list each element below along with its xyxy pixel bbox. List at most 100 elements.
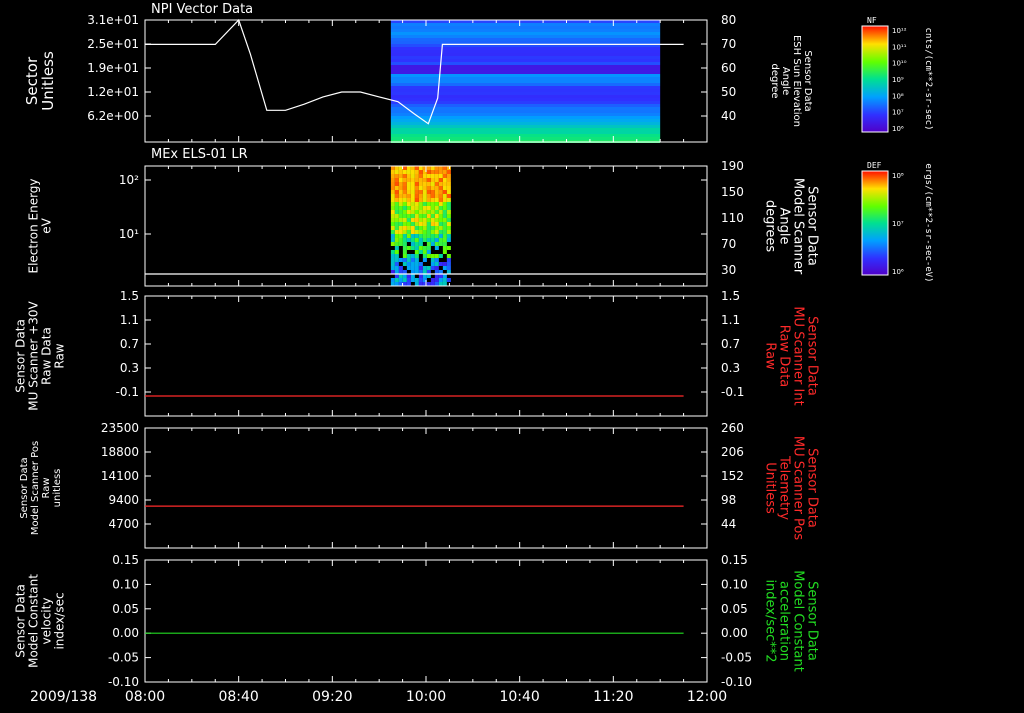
spectrogram-cell (394, 190, 399, 194)
spectrogram-cell (406, 230, 411, 234)
spectrogram-cell (446, 230, 451, 234)
spectrogram-cell (390, 65, 661, 68)
spectrogram-cell (390, 230, 395, 234)
spectrogram-cell (442, 238, 447, 242)
spectrogram-cell (418, 278, 423, 282)
spectrogram-cell (426, 214, 431, 218)
spectrogram-cell (422, 230, 427, 234)
spectrogram-cell (426, 202, 431, 206)
spectrogram-cell (406, 190, 411, 194)
y-tick-label: 0.7 (120, 337, 139, 351)
spectrogram-cell (394, 238, 399, 242)
y-right-axis-label-line: Raw (763, 342, 778, 370)
y-right-axis-label-line: MU Scanner Pos (791, 436, 806, 541)
spectrogram-cell (442, 282, 447, 286)
spectrogram-cell (394, 250, 399, 254)
spectrogram-cell (442, 202, 447, 206)
spectrogram-cell (414, 170, 419, 174)
y-axis-label: SectorUnitless (23, 51, 57, 111)
spectrogram-cell (434, 190, 439, 194)
spectrogram-cell (430, 226, 435, 230)
spectrogram-cell (426, 182, 431, 186)
spectrogram-cell (442, 262, 447, 266)
spectrogram-cell (446, 166, 451, 170)
spectrogram-cell (394, 198, 399, 202)
spectrogram-cell (414, 282, 419, 286)
y-axis-label: Sensor Data Model Constant velocity index/s… (14, 574, 67, 668)
spectrogram-cell (434, 166, 439, 170)
spectrogram-cell (422, 186, 427, 190)
spectrogram-cell (410, 186, 415, 190)
spectrogram-cell (402, 194, 407, 198)
spectrogram-cell (390, 107, 661, 110)
spectrogram-cell (438, 262, 443, 266)
spectrogram-cell (430, 282, 435, 286)
spectrogram-cell (410, 214, 415, 218)
spectrogram-cell (410, 230, 415, 234)
spectrogram-cell (438, 202, 443, 206)
spectrogram-cell (394, 278, 399, 282)
y-axis-label-line: Raw (41, 477, 52, 498)
spectrogram-cell (398, 218, 403, 222)
spectrogram-cell (446, 178, 451, 182)
spectrogram-cell (418, 214, 423, 218)
spectrogram-cell (406, 226, 411, 230)
y-right-tick-label: -0.05 (721, 651, 752, 665)
spectrogram-cell (390, 190, 395, 194)
spectrogram-cell (390, 218, 395, 222)
spectrogram-cell (442, 234, 447, 238)
spectrogram-cell (422, 210, 427, 214)
spectrogram-cell (422, 266, 427, 270)
y-right-tick-label: 30 (721, 263, 736, 277)
spectrogram-cell (406, 246, 411, 250)
x-tick-label: 10:40 (499, 689, 539, 705)
spectrogram-cell (430, 230, 435, 234)
spectrogram-cell (390, 186, 395, 190)
spectrogram-cell (406, 234, 411, 238)
y-right-axis-label: Sensor DataESH Sun ElevationAngledegree (769, 35, 813, 127)
spectrogram-cell (442, 226, 447, 230)
x-tick-label: 11:20 (593, 689, 633, 705)
spectrogram-cell (426, 246, 431, 250)
spectrogram-cell (434, 234, 439, 238)
y-right-axis-label-line: Angle (777, 208, 792, 245)
colorbar (861, 25, 889, 133)
spectrogram-cell (442, 242, 447, 246)
spectrogram-cell (446, 222, 451, 226)
spectrogram-cell (402, 262, 407, 266)
spectrogram-cell (390, 178, 395, 182)
spectrogram-cell (430, 234, 435, 238)
spectrogram-cell (398, 182, 403, 186)
spectrogram-cell (402, 214, 407, 218)
spectrogram-cell (418, 238, 423, 242)
spectrogram-cell (430, 206, 435, 210)
spectrogram-cell (390, 134, 661, 137)
spectrogram-cell (446, 190, 451, 194)
spectrogram-cell (446, 214, 451, 218)
spectrogram-cell (446, 182, 451, 186)
spectrogram-cell (410, 182, 415, 186)
y-right-axis-label-line: Model Scanner (791, 178, 806, 275)
spectrogram-cell (438, 198, 443, 202)
spectrogram-cell (422, 254, 427, 258)
y-right-axis-label: Sensor DataModel Constantaccelerationind… (763, 570, 820, 672)
spectrogram-cell (430, 262, 435, 266)
spectrogram-cell (434, 242, 439, 246)
y-axis-label-line: Sensor Data (14, 319, 28, 393)
colorbar (861, 170, 889, 276)
spectrogram-cell (394, 234, 399, 238)
y-right-tick-label: 0.3 (721, 361, 740, 375)
spectrogram-cell (406, 254, 411, 258)
spectrogram-cell (434, 222, 439, 226)
y-right-axis-label-line: acceleration (777, 581, 792, 661)
spectrogram-cell (398, 226, 403, 230)
spectrogram-cell (414, 238, 419, 242)
spectrogram-cell (398, 198, 403, 202)
spectrogram-cell (446, 234, 451, 238)
spectrogram-cell (402, 250, 407, 254)
spectrogram-cell (446, 218, 451, 222)
spectrogram-cell (390, 38, 661, 41)
spectrogram-cell (418, 218, 423, 222)
spectrogram-cell (426, 226, 431, 230)
spectrogram-cell (422, 214, 427, 218)
